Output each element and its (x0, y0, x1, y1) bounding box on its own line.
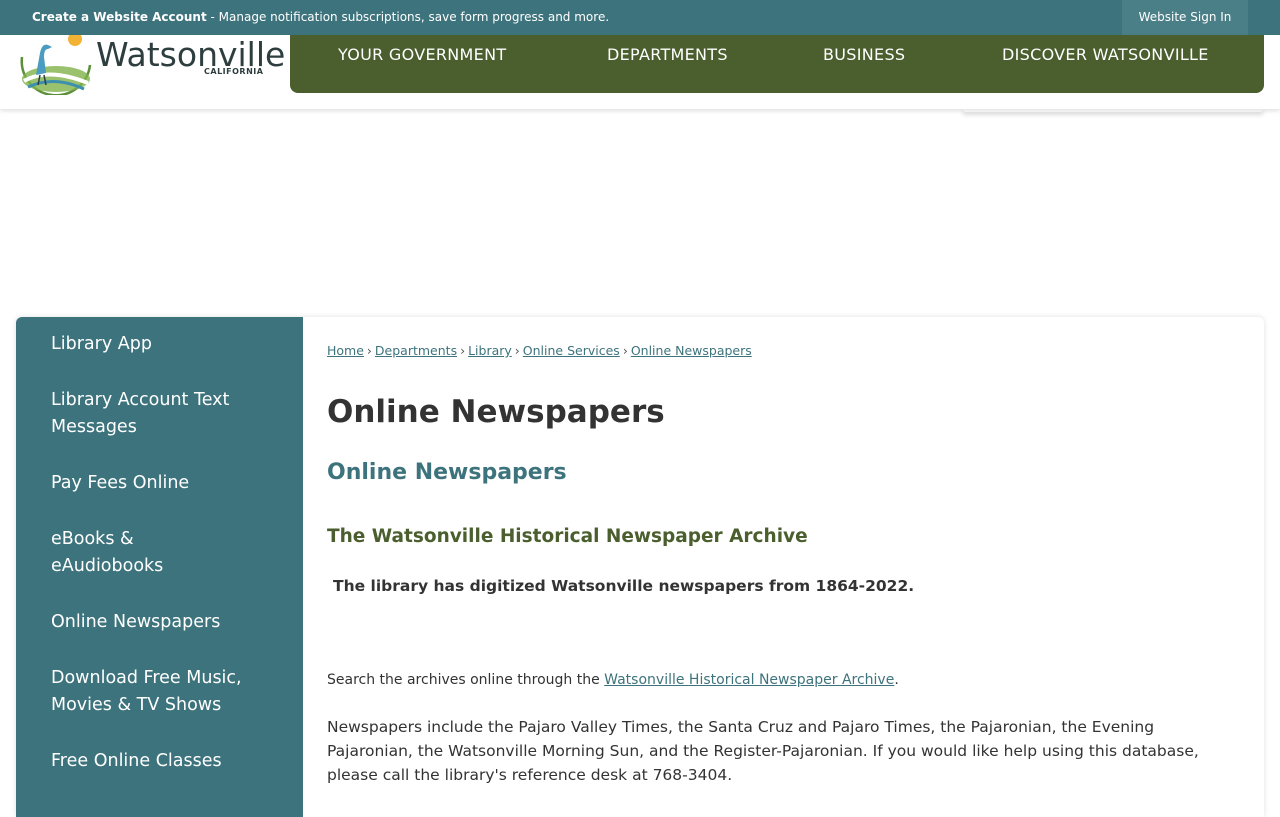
breadcrumb-departments[interactable]: Departments (375, 343, 457, 358)
sidebar-item-library-app[interactable]: Library App (51, 331, 281, 358)
nav-departments[interactable]: DEPARTMENTS (607, 45, 728, 64)
nav-discover-watsonville[interactable]: DISCOVER WATSONVILLE (1002, 45, 1209, 64)
main-navigation: YOUR GOVERNMENT DEPARTMENTS BUSINESS DIS… (290, 35, 1264, 93)
sidebar-item-pay-fees-online[interactable]: Pay Fees Online (51, 470, 281, 497)
logo-subtitle: CALIFORNIA (204, 67, 264, 76)
breadcrumb-library[interactable]: Library (468, 343, 512, 358)
nav-your-government[interactable]: YOUR GOVERNMENT (338, 45, 506, 64)
page-title: Online Newspapers (327, 394, 665, 430)
search-paragraph: Search the archives online through the W… (327, 672, 899, 688)
page-subtitle: Online Newspapers (327, 460, 567, 485)
sidebar-item-free-online-classes[interactable]: Free Online Classes (51, 748, 281, 775)
search-prefix: Search the archives online through the (327, 672, 605, 688)
website-sign-in-button[interactable]: Website Sign In (1122, 0, 1248, 35)
sidebar-item-ebooks-eaudiobooks[interactable]: eBooks & eAudiobooks (51, 526, 201, 580)
breadcrumb-separator: › (460, 343, 466, 358)
breadcrumb-online-services[interactable]: Online Services (523, 343, 620, 358)
account-message: Create a Website Account - Manage notifi… (32, 10, 609, 24)
search-suffix: . (894, 672, 899, 688)
breadcrumb-home[interactable]: Home (327, 343, 364, 358)
breadcrumb-separator: › (514, 343, 520, 358)
top-utility-bar: Create a Website Account - Manage notifi… (0, 0, 1280, 35)
account-description: - Manage notification subscriptions, sav… (206, 10, 610, 24)
sidebar-item-online-newspapers[interactable]: Online Newspapers (51, 609, 281, 636)
heron-logo-icon (20, 35, 92, 95)
sidebar-item-download-free-music[interactable]: Download Free Music, Movies & TV Shows (51, 665, 281, 719)
breadcrumb-online-newspapers[interactable]: Online Newspapers (631, 343, 752, 358)
nav-business[interactable]: BUSINESS (823, 45, 905, 64)
breadcrumb: Home › Departments › Library › Online Services… (327, 343, 752, 358)
lead-text: The library has digitized Watsonville ne… (333, 577, 915, 595)
sidebar-navigation: Library App Library Account Text Message… (16, 317, 303, 817)
section-title: The Watsonville Historical Newspaper Arc… (327, 526, 808, 547)
create-account-link[interactable]: Create a Website Account (32, 10, 207, 24)
sidebar-item-library-account-text-messages[interactable]: Library Account Text Messages (51, 387, 281, 441)
nav-dropdown-edge (962, 108, 1264, 112)
newspaper-archive-link[interactable]: Watsonville Historical Newspaper Archive (604, 672, 894, 688)
breadcrumb-separator: › (366, 343, 372, 358)
watsonville-logo[interactable]: Watsonville CALIFORNIA (18, 35, 285, 95)
body-paragraph: Newspapers include the Pajaro Valley Tim… (327, 718, 1199, 784)
breadcrumb-separator: › (622, 343, 628, 358)
